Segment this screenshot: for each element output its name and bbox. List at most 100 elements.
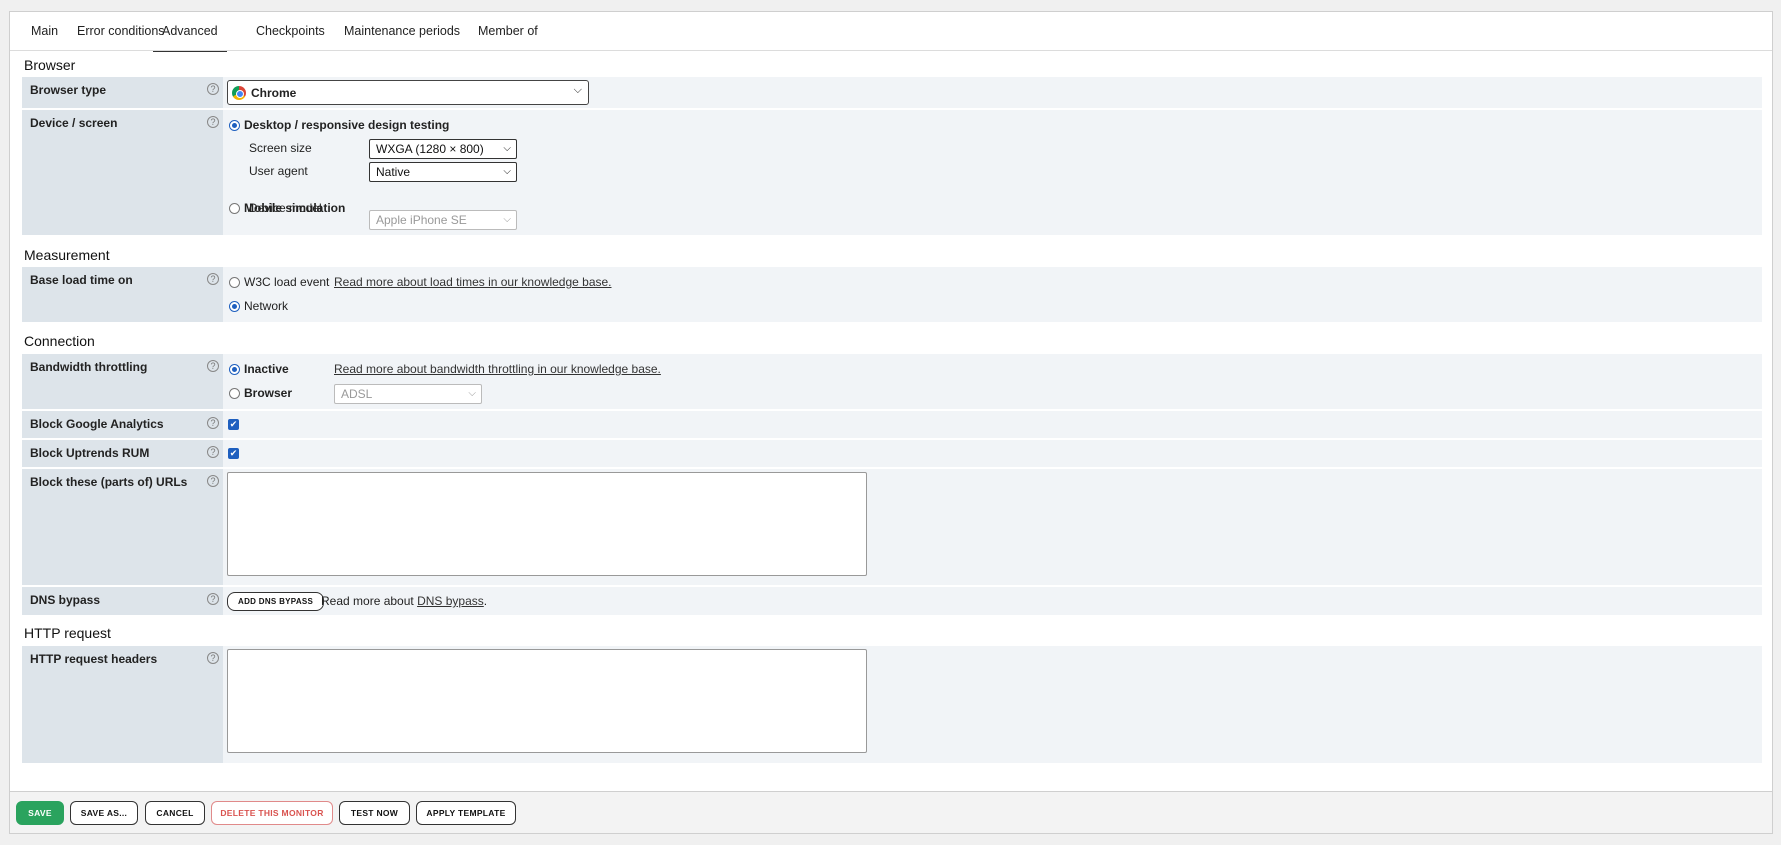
user-agent-select[interactable]: Native ⌵ <box>369 162 517 182</box>
block-rum-label-text: Block Uptrends RUM <box>30 446 150 460</box>
test-now-button[interactable]: TEST NOW <box>339 801 410 825</box>
browser-option-label: Browser <box>244 386 293 400</box>
bandwidth-kb-link[interactable]: Read more about bandwidth throttling in … <box>334 362 661 376</box>
network-radio[interactable] <box>229 301 240 312</box>
save-button[interactable]: SAVE <box>16 801 64 825</box>
desktop-radio[interactable] <box>229 120 240 131</box>
block-rum-label: Block Uptrends RUM ? <box>22 440 223 467</box>
bandwidth-profile-value: ADSL <box>341 387 373 401</box>
tab-main[interactable]: Main <box>31 12 58 51</box>
http-headers-content <box>223 646 1762 763</box>
device-model-select: Apple iPhone SE ⌵ <box>369 210 517 230</box>
chrome-icon <box>232 86 246 100</box>
tab-advanced[interactable]: Advanced <box>153 12 227 52</box>
tab-maintenance-periods[interactable]: Maintenance periods <box>344 12 460 51</box>
load-times-kb-link[interactable]: Read more about load times in our knowle… <box>334 275 612 289</box>
desktop-option-label: Desktop / responsive design testing <box>244 118 450 132</box>
tab-member-of[interactable]: Member of <box>478 12 538 51</box>
row-block-uptrends-rum: Block Uptrends RUM ? ✔ <box>22 440 1762 467</box>
dns-bypass-label-text: DNS bypass <box>30 593 101 607</box>
block-ga-content: ✔ <box>223 411 1762 438</box>
block-urls-content <box>223 469 1762 585</box>
browser-type-content: Chrome ⌵ <box>223 77 1762 108</box>
w3c-option-label: W3C load event <box>244 275 330 289</box>
screen-size-value: WXGA (1280 × 800) <box>376 142 484 156</box>
base-load-time-label: Base load time on ? <box>22 267 223 322</box>
row-block-urls: Block these (parts of) URLs ? <box>22 469 1762 585</box>
device-screen-label-text: Device / screen <box>30 116 118 130</box>
row-browser-type: Browser type ? Chrome ⌵ <box>22 77 1762 108</box>
row-dns-bypass: DNS bypass ? ADD DNS BYPASS Read more ab… <box>22 587 1762 615</box>
base-load-time-content: W3C load event Read more about load time… <box>223 267 1762 322</box>
chevron-down-icon: ⌵ <box>503 143 511 154</box>
row-base-load-time: Base load time on ? W3C load event Read … <box>22 267 1762 322</box>
tab-checkpoints[interactable]: Checkpoints <box>256 12 325 51</box>
tab-error-conditions[interactable]: Error conditions <box>77 12 165 51</box>
block-ga-label: Block Google Analytics ? <box>22 411 223 438</box>
http-headers-label: HTTP request headers ? <box>22 646 223 763</box>
bandwidth-throttling-label: Bandwidth throttling ? <box>22 354 223 409</box>
help-icon[interactable]: ? <box>207 652 219 664</box>
browser-type-select[interactable]: Chrome ⌵ <box>227 80 589 105</box>
apply-template-button[interactable]: APPLY TEMPLATE <box>416 801 516 825</box>
http-headers-label-text: HTTP request headers <box>30 652 158 666</box>
row-block-google-analytics: Block Google Analytics ? ✔ <box>22 411 1762 438</box>
mobile-radio[interactable] <box>229 203 240 214</box>
w3c-radio[interactable] <box>229 277 240 288</box>
dns-bypass-period: . <box>483 594 488 608</box>
section-title-connection: Connection <box>24 333 95 349</box>
footer-toolbar: SAVE SAVE AS... CANCEL DELETE THIS MONIT… <box>10 791 1772 833</box>
dns-bypass-label: DNS bypass ? <box>22 587 223 615</box>
inactive-radio[interactable] <box>229 364 240 375</box>
screen-size-select[interactable]: WXGA (1280 × 800) ⌵ <box>369 139 517 159</box>
row-device-screen: Device / screen ? Desktop / responsive d… <box>22 110 1762 235</box>
bandwidth-throttling-label-text: Bandwidth throttling <box>30 360 148 374</box>
browser-throttle-radio[interactable] <box>229 388 240 399</box>
section-title-http-request: HTTP request <box>24 625 111 641</box>
http-headers-textarea[interactable] <box>227 649 867 753</box>
chevron-down-icon: ⌵ <box>503 214 511 225</box>
browser-type-label-text: Browser type <box>30 83 107 97</box>
tab-bar: Main Error conditions Advanced Checkpoin… <box>10 12 1772 52</box>
help-icon[interactable]: ? <box>207 593 219 605</box>
block-urls-label-text: Block these (parts of) URLs <box>30 475 188 489</box>
dns-bypass-link[interactable]: DNS bypass <box>417 594 484 608</box>
network-option-label: Network <box>244 299 289 313</box>
help-icon[interactable]: ? <box>207 273 219 285</box>
dns-bypass-content: ADD DNS BYPASS Read more about DNS bypas… <box>223 587 1762 615</box>
bandwidth-throttling-content: Inactive Read more about bandwidth throt… <box>223 354 1762 409</box>
save-as-button[interactable]: SAVE AS... <box>70 801 138 825</box>
bandwidth-profile-select: ADSL ⌵ <box>334 384 482 404</box>
screen-size-label: Screen size <box>249 141 312 155</box>
chevron-down-icon: ⌵ <box>468 388 476 399</box>
block-rum-content: ✔ <box>223 440 1762 467</box>
block-urls-textarea[interactable] <box>227 472 867 576</box>
section-title-browser: Browser <box>24 57 76 73</box>
user-agent-value: Native <box>376 165 411 179</box>
block-ga-label-text: Block Google Analytics <box>30 417 164 431</box>
dns-bypass-text: Read more about DNS bypass. <box>321 594 487 608</box>
browser-type-label: Browser type ? <box>22 77 223 108</box>
dns-bypass-read-more: Read more about <box>321 594 414 608</box>
inactive-option-label: Inactive <box>244 362 289 376</box>
device-model-value: Apple iPhone SE <box>376 213 467 227</box>
help-icon[interactable]: ? <box>207 475 219 487</box>
block-urls-label: Block these (parts of) URLs ? <box>22 469 223 585</box>
device-screen-label: Device / screen ? <box>22 110 223 235</box>
chevron-down-icon: ⌵ <box>573 84 582 96</box>
base-load-time-label-text: Base load time on <box>30 273 133 287</box>
browser-type-value: Chrome <box>251 86 297 100</box>
device-model-label: Device model <box>249 201 322 215</box>
block-rum-checkbox[interactable]: ✔ <box>228 448 239 459</box>
help-icon[interactable]: ? <box>207 446 219 458</box>
help-icon[interactable]: ? <box>207 83 219 95</box>
help-icon[interactable]: ? <box>207 116 219 128</box>
add-dns-bypass-button[interactable]: ADD DNS BYPASS <box>227 592 325 611</box>
help-icon[interactable]: ? <box>207 417 219 429</box>
delete-monitor-button[interactable]: DELETE THIS MONITOR <box>211 801 333 825</box>
block-ga-checkbox[interactable]: ✔ <box>228 419 239 430</box>
row-http-request-headers: HTTP request headers ? <box>22 646 1762 763</box>
help-icon[interactable]: ? <box>207 360 219 372</box>
cancel-button[interactable]: CANCEL <box>145 801 205 825</box>
user-agent-label: User agent <box>249 164 308 178</box>
